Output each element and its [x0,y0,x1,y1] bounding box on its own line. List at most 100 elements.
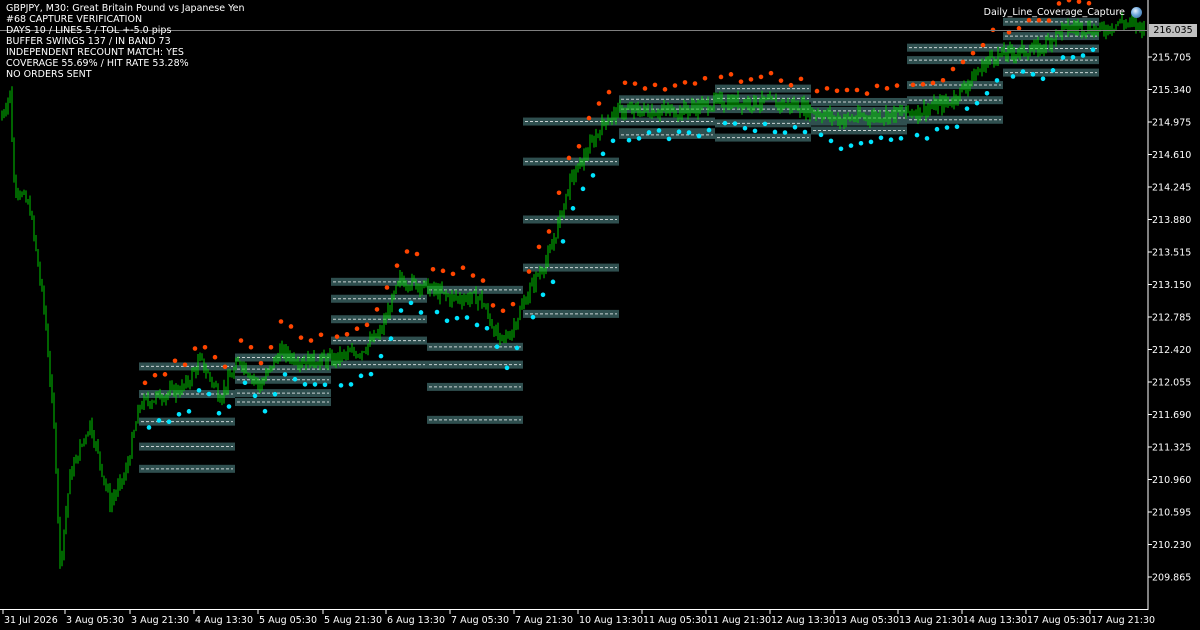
swing-low-dot [1090,47,1096,53]
price-tick-label: 214.610 [1152,150,1191,161]
price-tick-label: 215.705 [1152,53,1191,64]
swing-high-dot [632,81,638,86]
swing-high-dot [662,87,668,92]
swing-low-dot [1020,69,1026,74]
swing-low-dot [550,279,556,285]
swing-high-dot [308,338,314,343]
swing-high-dot [854,87,860,93]
swing-high-dot [824,86,830,91]
swing-high-dot [576,144,582,149]
swing-low-dot [828,138,834,144]
expert-advisor-hat-icon[interactable] [1131,7,1142,18]
swing-low-dot [262,408,268,414]
swing-high-dot [172,358,178,364]
swing-high-dot [758,74,764,80]
swing-low-dot [696,133,702,139]
swing-low-dot [924,136,930,141]
swing-low-dot [888,137,894,143]
swing-high-dot [298,335,304,340]
swing-high-dot [682,80,688,85]
time-tick-label: 3 Aug 05:30 [66,615,124,626]
swing-high-dot [768,70,774,76]
price-tick-label: 213.150 [1152,280,1191,291]
swing-high-dot [258,360,264,366]
swing-low-dot [762,121,768,127]
swing-high-dot [404,249,410,254]
swing-low-dot [176,411,182,417]
swing-low-dot [474,322,480,328]
time-tick-label: 17 Aug 21:30 [1091,615,1155,626]
swing-high-dot [960,59,966,65]
swing-high-dot [414,251,420,257]
swing-high-dot [950,66,956,72]
swing-low-dot [626,137,632,143]
swing-low-dot [358,373,364,379]
swing-low-dot [484,325,490,331]
swing-high-dot [586,115,592,121]
swing-high-dot [692,81,698,86]
swing-low-dot [964,106,970,111]
swing-high-dot [334,334,340,339]
swing-low-dot [378,353,384,359]
swing-low-dot [600,151,606,157]
swing-high-dot [884,86,890,91]
swing-low-dot [676,129,682,135]
swing-low-dot [868,139,874,145]
time-tick-label: 4 Aug 13:30 [195,615,253,626]
swing-high-dot [526,269,532,274]
swing-high-dot [798,76,804,82]
swing-high-dot [606,89,612,95]
time-tick-label: 14 Aug 13:30 [963,615,1027,626]
swing-high-dot [1026,17,1032,23]
swing-low-dot [772,129,778,135]
candle-series [1,12,1145,569]
time-tick-label: 13 Aug 21:30 [899,615,963,626]
swing-high-dot [142,380,148,386]
swing-low-dot [226,404,232,409]
swing-high-dot [788,82,794,88]
swing-high-dot [920,82,926,87]
swing-low-dot [434,309,440,315]
price-tick-label: 211.325 [1152,443,1191,454]
price-tick-label: 212.055 [1152,378,1191,389]
price-chart-canvas[interactable]: 215.705 215.340 214.975 214.610 214.245 213.8… [0,0,1200,630]
swing-low-dot [272,391,278,397]
time-tick-label: 13 Aug 05:30 [835,615,899,626]
swing-low-dot [338,383,344,388]
swing-low-dot [994,78,1000,83]
swing-high-dot [718,74,724,80]
swing-low-dot [706,127,712,133]
swing-low-dot [590,173,596,178]
swing-high-dot [384,285,390,290]
trading-chart[interactable]: 215.705 215.340 214.975 214.610 214.245 213.8… [0,0,1200,630]
time-tick-label: 10 Aug 13:30 [579,615,643,626]
time-tick-label: 11 Aug 05:30 [643,615,707,626]
swing-high-dot [212,354,218,360]
swing-low-dot [196,388,202,393]
swing-low-dot [636,136,642,141]
time-tick-label: 7 Aug 21:30 [515,615,573,626]
time-tick-label: 6 Aug 13:30 [387,615,445,626]
price-tick-label: 213.515 [1152,248,1191,259]
swing-low-dot [242,380,248,386]
swing-high-dot [834,88,840,94]
swing-low-dot [292,376,298,382]
swing-high-dot [278,319,284,324]
swing-low-dot [186,409,192,414]
swing-high-dot [1036,17,1042,23]
swing-low-dot [368,371,374,377]
swing-low-dot [1030,72,1036,77]
swing-low-dot [858,140,864,146]
swing-high-dot [1076,0,1082,4]
swing-high-dot [566,155,572,161]
swing-low-dot [312,382,318,387]
price-tick-label: 210.960 [1152,475,1191,486]
swing-high-dot [288,324,294,329]
swing-low-dot [398,308,404,313]
time-tick-label: 5 Aug 21:30 [324,615,382,626]
swing-high-dot [596,101,602,106]
swing-low-dot [166,419,172,425]
swing-high-dot [152,372,158,378]
time-tick-label: 5 Aug 05:30 [259,615,317,626]
swing-high-dot [480,278,486,283]
